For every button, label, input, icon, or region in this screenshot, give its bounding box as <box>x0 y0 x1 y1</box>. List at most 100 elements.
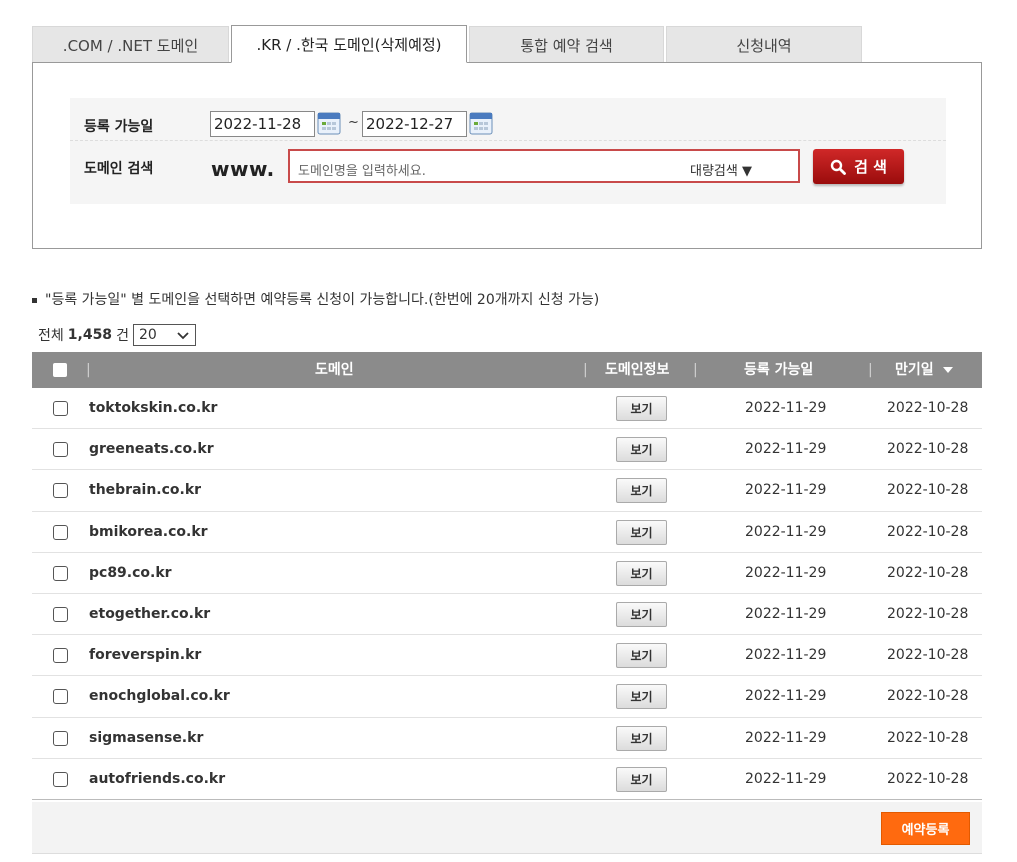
row-available-date: 2022-11-29 <box>745 523 827 540</box>
header-domain: 도메인 <box>315 362 354 378</box>
domain-table: | 도메인 | 도메인정보 | 등록 가능일 | 만기일 toktokskin.… <box>32 352 982 800</box>
table-row: etogether.co.kr 보기 2022-11-29 2022-10-28 <box>32 594 982 636</box>
row-available-date: 2022-11-29 <box>745 400 827 416</box>
search-panel: 등록 가능일 2022-11-28 ~ 2022-12-27 도메인 검색 ww… <box>32 62 982 249</box>
search-icon <box>830 159 846 175</box>
row-expiry-date: 2022-10-28 <box>887 564 969 581</box>
row-expiry-date: 2022-10-28 <box>887 523 969 540</box>
header-expiry-date[interactable]: 만기일 <box>895 352 953 388</box>
row-expiry-date: 2022-10-28 <box>887 482 969 499</box>
view-info-button[interactable]: 보기 <box>616 478 667 504</box>
row-expiry-date: 2022-10-28 <box>887 770 969 787</box>
bulk-search-toggle[interactable]: 대량검색 ▼ <box>690 160 752 179</box>
chevron-down-icon <box>177 332 189 340</box>
view-info-button[interactable]: 보기 <box>616 601 667 627</box>
header-available-date: 등록 가능일 <box>744 362 814 378</box>
row-domain: etogether.co.kr <box>89 605 211 622</box>
row-available-date: 2022-11-29 <box>745 564 827 581</box>
row-checkbox[interactable] <box>53 565 68 581</box>
tab-kr-deleted[interactable]: .KR / .한국 도메인(삭제예정) <box>231 25 467 63</box>
view-info-button[interactable]: 보기 <box>616 437 667 463</box>
row-expiry-date: 2022-10-28 <box>887 688 969 705</box>
row-domain: thebrain.co.kr <box>89 482 202 499</box>
row-expiry-date: 2022-10-28 <box>887 729 969 746</box>
row-domain: toktokskin.co.kr <box>89 400 218 416</box>
row-expiry-date: 2022-10-28 <box>887 605 969 622</box>
view-info-button[interactable]: 보기 <box>616 684 667 710</box>
table-row: thebrain.co.kr 보기 2022-11-29 2022-10-28 <box>32 470 982 512</box>
view-info-button[interactable]: 보기 <box>616 560 667 586</box>
row-checkbox[interactable] <box>53 689 68 705</box>
row-expiry-date: 2022-10-28 <box>887 647 969 664</box>
header-divider: | <box>868 362 873 378</box>
total-count: 전체 1,458 건 20 <box>38 324 196 346</box>
row-checkbox[interactable] <box>53 730 68 746</box>
row-available-date: 2022-11-29 <box>745 605 827 622</box>
row-available-date: 2022-11-29 <box>745 688 827 705</box>
sort-down-icon <box>942 367 953 373</box>
table-row: bmikorea.co.kr 보기 2022-11-29 2022-10-28 <box>32 512 982 553</box>
header-divider: | <box>86 362 91 378</box>
row-domain: greeneats.co.kr <box>89 441 214 458</box>
row-domain: pc89.co.kr <box>89 564 172 581</box>
www-prefix: www. <box>211 157 275 181</box>
tab-com-net[interactable]: .COM / .NET 도메인 <box>32 26 229 63</box>
info-text: "등록 가능일" 별 도메인을 선택하면 예약등록 신청이 가능합니다.(한번에… <box>32 289 599 309</box>
domain-search-label: 도메인 검색 <box>84 161 154 177</box>
row-domain: autofriends.co.kr <box>89 770 226 787</box>
row-checkbox[interactable] <box>53 606 68 622</box>
tab-application-history[interactable]: 신청내역 <box>666 26 862 63</box>
total-number: 1,458 <box>67 327 113 343</box>
row-domain: foreverspin.kr <box>89 647 202 664</box>
view-info-button[interactable]: 보기 <box>616 766 667 792</box>
domain-search-input[interactable]: 도메인명을 입력하세요. 대량검색 ▼ <box>288 149 800 183</box>
view-info-button[interactable]: 보기 <box>616 519 667 545</box>
table-row: toktokskin.co.kr 보기 2022-11-29 2022-10-28 <box>32 388 982 430</box>
row-available-date: 2022-11-29 <box>745 729 827 746</box>
date-to-input[interactable]: 2022-12-27 <box>362 111 467 137</box>
page-size-select[interactable]: 20 <box>132 324 196 346</box>
header-domain-info: 도메인정보 <box>605 362 670 378</box>
row-available-date: 2022-11-29 <box>745 482 827 499</box>
header-divider: | <box>583 362 588 378</box>
row-checkbox[interactable] <box>53 771 68 787</box>
date-row: 등록 가능일 2022-11-28 ~ 2022-12-27 <box>70 98 946 141</box>
date-separator: ~ <box>348 115 359 130</box>
row-available-date: 2022-11-29 <box>745 770 827 787</box>
search-form: 등록 가능일 2022-11-28 ~ 2022-12-27 도메인 검색 ww… <box>70 98 946 204</box>
view-info-button[interactable]: 보기 <box>616 725 667 751</box>
table-body: toktokskin.co.kr 보기 2022-11-29 2022-10-28 gr… <box>32 388 982 800</box>
table-row: foreverspin.kr 보기 2022-11-29 2022-10-28 <box>32 635 982 677</box>
row-domain: bmikorea.co.kr <box>89 523 208 540</box>
calendar-icon[interactable] <box>317 111 341 135</box>
row-checkbox[interactable] <box>53 648 68 664</box>
row-domain: enochglobal.co.kr <box>89 688 230 705</box>
table-footer: 예약등록 <box>32 802 982 854</box>
calendar-icon[interactable] <box>469 111 493 135</box>
table-row: pc89.co.kr 보기 2022-11-29 2022-10-28 <box>32 553 982 594</box>
row-checkbox[interactable] <box>53 401 68 416</box>
table-row: sigmasense.kr 보기 2022-11-29 2022-10-28 <box>32 718 982 759</box>
domain-placeholder: 도메인명을 입력하세요. <box>298 164 426 179</box>
domain-row: 도메인 검색 www. 도메인명을 입력하세요. 대량검색 ▼ 검 색 <box>70 142 946 204</box>
row-expiry-date: 2022-10-28 <box>887 400 969 416</box>
view-info-button[interactable]: 보기 <box>616 396 667 421</box>
date-from-input[interactable]: 2022-11-28 <box>210 111 315 137</box>
row-checkbox[interactable] <box>53 483 68 499</box>
row-available-date: 2022-11-29 <box>745 441 827 458</box>
date-label: 등록 가능일 <box>84 119 154 135</box>
reserve-button[interactable]: 예약등록 <box>881 812 970 845</box>
tab-integrated-search[interactable]: 통합 예약 검색 <box>469 26 664 63</box>
row-available-date: 2022-11-29 <box>745 647 827 664</box>
table-header: | 도메인 | 도메인정보 | 등록 가능일 | 만기일 <box>32 352 982 388</box>
table-row: enochglobal.co.kr 보기 2022-11-29 2022-10-28 <box>32 676 982 718</box>
row-expiry-date: 2022-10-28 <box>887 441 969 458</box>
search-button[interactable]: 검 색 <box>813 149 904 184</box>
row-checkbox[interactable] <box>53 442 68 458</box>
table-row: autofriends.co.kr 보기 2022-11-29 2022-10-28 <box>32 759 982 800</box>
bullet-icon <box>32 297 37 303</box>
view-info-button[interactable]: 보기 <box>616 643 667 669</box>
table-row: greeneats.co.kr 보기 2022-11-29 2022-10-28 <box>32 429 982 471</box>
select-all-checkbox[interactable] <box>53 363 67 377</box>
row-checkbox[interactable] <box>53 524 68 540</box>
